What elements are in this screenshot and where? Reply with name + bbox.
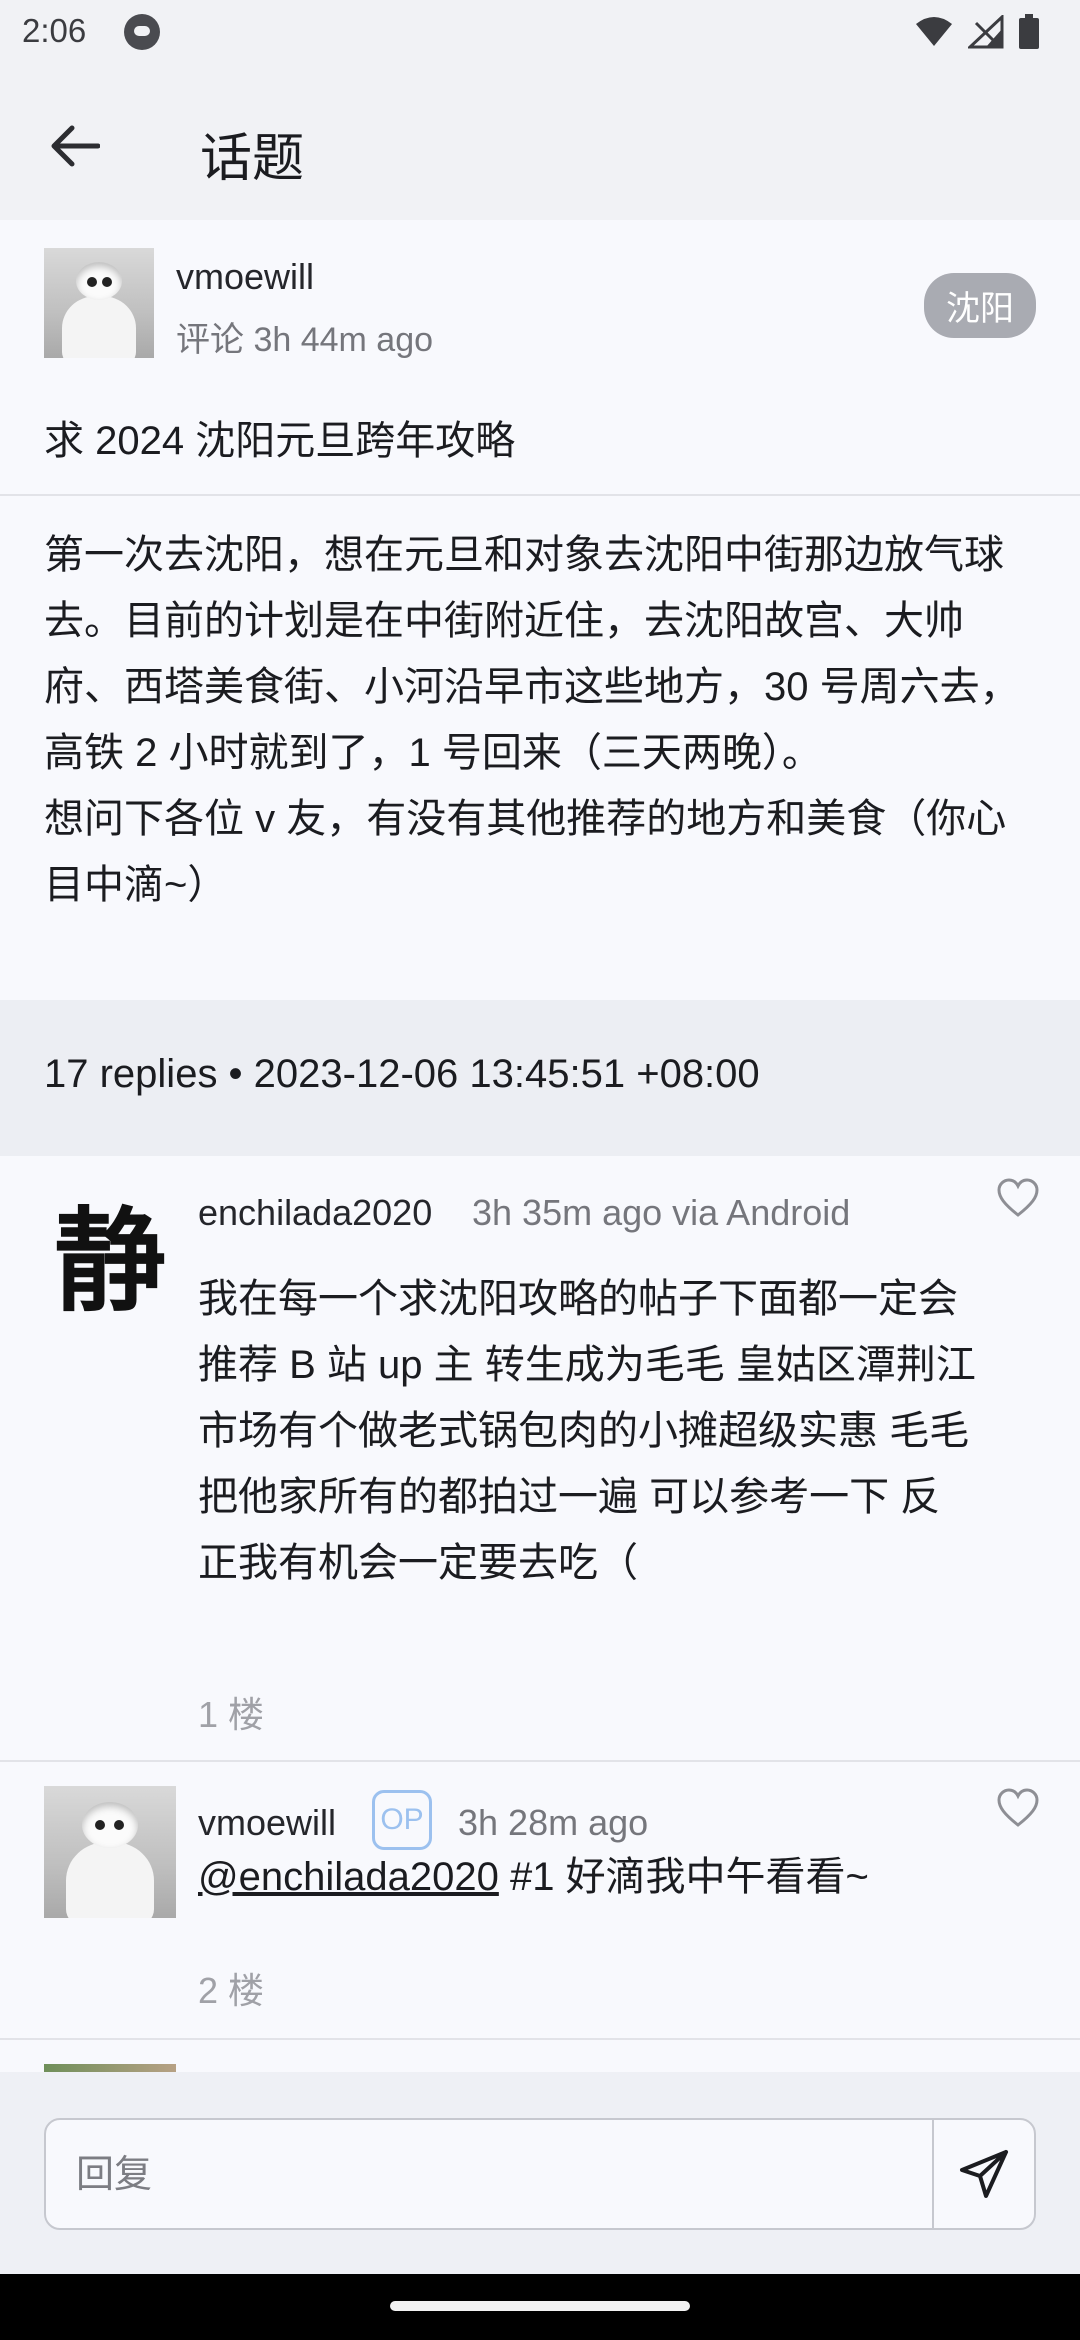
reply-item-partial — [0, 2040, 1080, 2072]
page-title: 话题 — [200, 130, 305, 188]
reply-author-avatar[interactable]: 静 — [44, 1186, 176, 1327]
arrow-back-icon — [51, 125, 100, 167]
heart-icon[interactable] — [996, 1178, 1040, 1218]
heart-icon[interactable] — [996, 1788, 1040, 1828]
reply-stats-bar: 17 replies • 2023-12-06 13:45:51 +08:00 — [0, 1000, 1080, 1156]
reply-author-avatar[interactable] — [44, 2064, 176, 2072]
wifi-icon — [916, 17, 952, 46]
topic-card: vmoewill 评论 3h 44m ago 沈阳 求 2024 沈阳元旦跨年攻… — [0, 220, 1080, 1000]
status-icons — [914, 14, 1040, 50]
reply-item: vmoewill OP 3h 28m ago @enchilada2020 #1… — [0, 1762, 1080, 2038]
reply-author-name[interactable]: enchilada2020 — [198, 1192, 432, 1234]
signal-icon — [968, 15, 1004, 49]
reply-meta: 3h 28m ago — [458, 1802, 649, 1843]
reply-author-avatar[interactable] — [44, 1786, 176, 1918]
send-button[interactable] — [934, 2120, 1034, 2228]
reply-input-box — [44, 2118, 1036, 2230]
op-badge: OP — [372, 1790, 432, 1850]
reply-input[interactable] — [74, 2120, 938, 2230]
app-bar: 话题 — [0, 66, 1080, 220]
reply-text: #1 好滴我中午看看~ — [498, 1855, 869, 1899]
reply-meta: 3h 35m ago via Android — [472, 1192, 851, 1233]
system-navigation-bar — [0, 2274, 1080, 2340]
notification-app-icon — [124, 14, 160, 50]
topic-body: 第一次去沈阳，想在元旦和对象去沈阳中街那边放气球去。目前的计划是在中街附近住，去… — [44, 533, 1020, 907]
home-handle[interactable] — [390, 2301, 690, 2311]
reply-body: 我在每一个求沈阳攻略的帖子下面都一定会推荐 B 站 up 主 转生成为毛毛 皇姑… — [198, 1277, 976, 1585]
reply-input-area — [0, 2072, 1080, 2274]
status-bar: 2:06 — [0, 0, 1080, 66]
status-time: 2:06 — [22, 12, 87, 49]
battery-icon — [1019, 14, 1039, 49]
divider — [0, 494, 1080, 496]
reply-author-name[interactable]: vmoewill — [198, 1802, 336, 1844]
topic-title: 求 2024 沈阳元旦跨年攻略 — [44, 419, 516, 463]
send-icon — [960, 2150, 1008, 2198]
reply-floor: 2 楼 — [198, 1970, 265, 2011]
topic-author-avatar[interactable] — [44, 248, 154, 358]
reply-body: @enchilada2020 #1 好滴我中午看看~ — [198, 1844, 978, 1910]
reply-stats-text: 17 replies • 2023-12-06 13:45:51 +08:00 — [44, 1052, 760, 1096]
topic-meta: 评论 3h 44m ago — [176, 321, 434, 359]
node-chip[interactable]: 沈阳 — [924, 273, 1036, 338]
reply-item: 静 enchilada2020 3h 35m ago via Android 我… — [0, 1156, 1080, 1760]
reply-floor: 1 楼 — [198, 1694, 265, 1735]
topic-author-name[interactable]: vmoewill — [176, 256, 314, 298]
back-button[interactable] — [36, 108, 112, 184]
mention-link[interactable]: @enchilada2020 — [198, 1855, 499, 1899]
